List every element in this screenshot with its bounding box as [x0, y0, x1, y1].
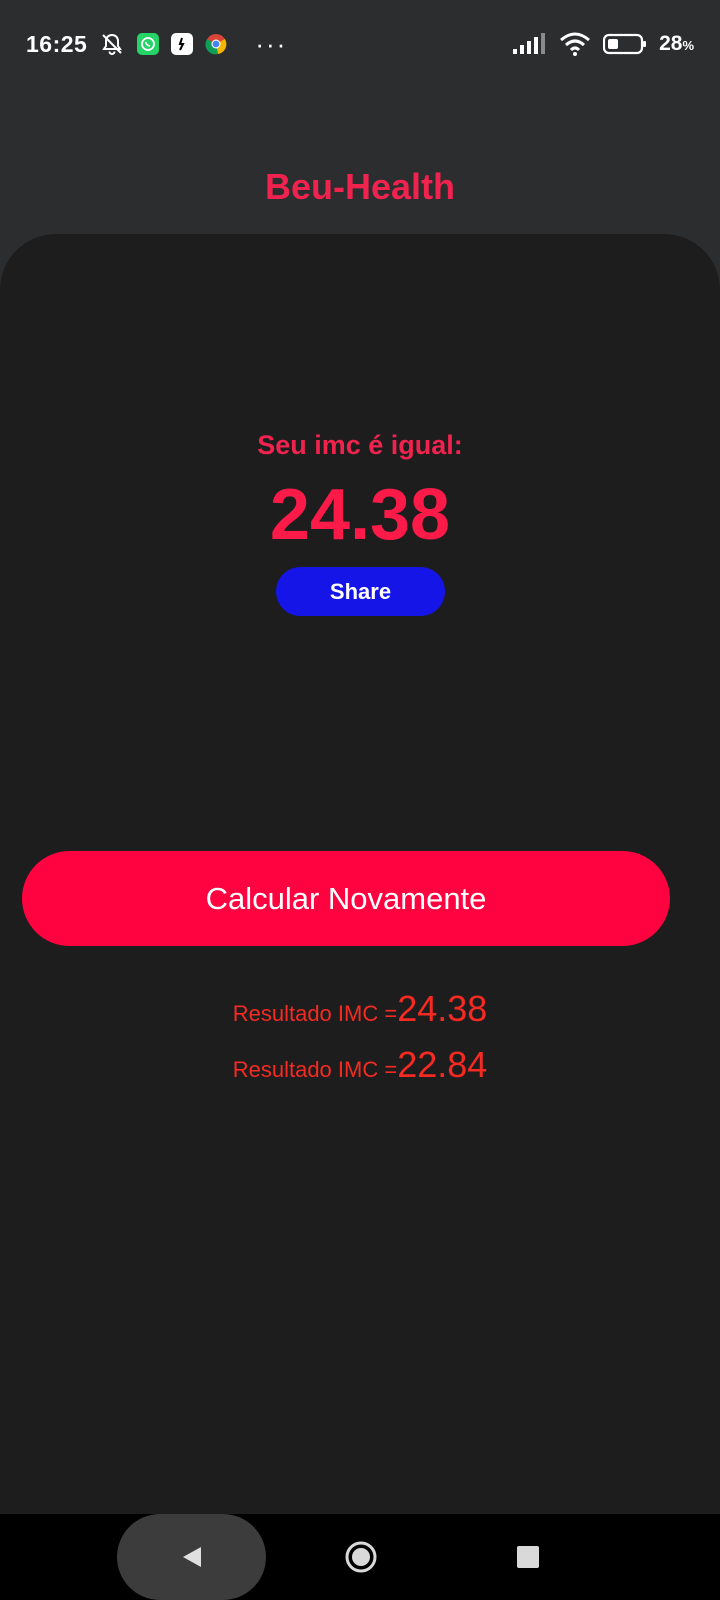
result-card: Seu imc é igual: 24.38 Share Calcular No… — [0, 234, 720, 1514]
history-value: 24.38 — [397, 988, 488, 1029]
history-prefix: Resultado IMC = — [232, 1057, 398, 1082]
battery-percent: 28% — [659, 32, 694, 56]
imc-label: Seu imc é igual: — [257, 430, 463, 460]
history-item: Resultado IMC = 22.84 — [233, 1044, 488, 1086]
history-item: Resultado IMC = 24.38 — [233, 988, 488, 1030]
recents-button[interactable] — [517, 1546, 539, 1568]
status-bar: 16:25 ··· 28% — [0, 0, 720, 88]
navigation-bar — [0, 1514, 720, 1600]
back-button[interactable] — [117, 1514, 266, 1600]
history-list: Resultado IMC = 24.38 Resultado IMC = 22… — [0, 988, 720, 1086]
app-title: Beu-Health — [264, 166, 456, 207]
home-circle-icon — [345, 1541, 377, 1573]
chrome-icon — [205, 33, 227, 55]
battery-unit: % — [682, 38, 694, 53]
back-triangle-icon — [182, 1547, 201, 1567]
more-notifications-indicator: ··· — [255, 29, 288, 59]
share-button[interactable]: Share — [276, 567, 445, 616]
signal-icon — [513, 33, 547, 55]
history-prefix: Resultado IMC = — [232, 1001, 398, 1026]
battery-value: 28 — [659, 32, 683, 55]
status-left: 16:25 ··· — [26, 31, 287, 58]
whatsapp-icon — [137, 33, 160, 55]
app-icon — [171, 33, 194, 55]
recalculate-button[interactable]: Calcular Novamente — [22, 851, 670, 946]
muted-bell-icon — [99, 31, 125, 57]
status-time: 16:25 — [26, 30, 88, 57]
screen: 16:25 ··· 28% Beu-Health Seu imc é igual… — [0, 0, 720, 1600]
battery-icon — [603, 33, 647, 55]
status-right: 28% — [513, 32, 694, 56]
wifi-icon — [559, 32, 591, 56]
history-value: 22.84 — [397, 1044, 488, 1085]
home-button[interactable] — [344, 1540, 378, 1574]
imc-value: 24.38 — [269, 475, 451, 555]
